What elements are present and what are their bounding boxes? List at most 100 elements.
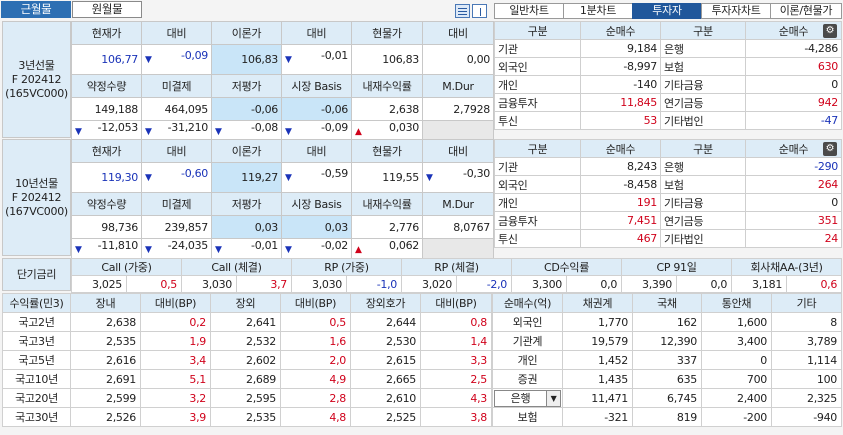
yield-change: 2,5 (420, 369, 492, 389)
col-change: 대비 (141, 21, 212, 45)
yield-change: 0,8 (420, 312, 492, 332)
yield-value: 2,610 (350, 388, 421, 408)
col-undervalue: 저평가 (211, 192, 282, 216)
investor-label: 외국인 (494, 57, 581, 76)
col-change: 대비 (422, 139, 494, 163)
net-buy-value: 6,745 (632, 388, 702, 408)
col-spot-price: 현물가 (351, 21, 423, 45)
short-rate-head: Call (가중) (71, 258, 182, 276)
investor-net-buy-table-10y: 구분 순매수 구분 순매수 기관 8,243 은행 -290 외국인 -8,458 보험 2… (494, 139, 842, 248)
yield-change: 4,3 (420, 388, 492, 408)
investor-value: 7,451 (580, 211, 661, 230)
yield-change: 4,9 (280, 369, 351, 389)
net-buy-value: 819 (632, 407, 702, 427)
bond-name: 국고3년 (2, 331, 71, 351)
net-buy-value: 1,600 (701, 312, 772, 332)
net-buy-value: 0 (701, 350, 772, 370)
investor-label: 기타법인 (660, 229, 746, 248)
layout-grid-icon[interactable] (455, 4, 470, 18)
short-rate-table: Call (가중) Call (체결) RP (가중) RP (체결) CD수익… (71, 258, 843, 293)
net-buy-value: 337 (632, 350, 702, 370)
col-net-buy: 순매수 (580, 139, 661, 158)
net-buy-value: 1,452 (562, 350, 633, 370)
short-rate-value: 3,030 (291, 275, 347, 293)
table-row: 기관계 19,579 12,390 3,400 3,789 (492, 331, 842, 351)
col-market-basis: 시장 Basis (281, 74, 352, 98)
investor-value: -4,286 (745, 39, 842, 58)
bond-name: 국고5년 (2, 350, 71, 370)
short-rate-head: CP 91일 (621, 258, 733, 276)
tab-1min-chart[interactable]: 1분차트 (563, 3, 633, 19)
investor-label: 보험 (492, 407, 563, 427)
table-row: 국고2년 2,638 0,2 2,641 0,5 2,644 0,8 (2, 312, 492, 332)
net-buy-value: 1,770 (562, 312, 633, 332)
short-rate-change: 0,5 (126, 275, 182, 293)
col-category: 구분 (660, 21, 746, 40)
net-buy-value: -200 (701, 407, 772, 427)
theory-change-value: ▼ -0,59 (281, 162, 352, 193)
yield-change: 2,8 (280, 388, 351, 408)
investor-select-value: 은행 (510, 392, 531, 405)
layout-split-icon[interactable] (472, 4, 487, 18)
tab-investor[interactable]: 투자자 (632, 3, 702, 19)
futures-name-line: (165VC000) (5, 86, 68, 100)
col-change-bp: 대비(BP) (420, 293, 492, 313)
investor-value: 9,184 (580, 39, 661, 58)
futures-name-line: F 202412 (11, 190, 62, 204)
table-row: 보험 -321 819 -200 -940 (492, 407, 842, 427)
investor-label: 금융투자 (494, 211, 581, 230)
table-row: 국고30년 2,526 3,9 2,535 4,8 2,525 3,8 (2, 407, 492, 427)
yield-value: 2,595 (210, 388, 281, 408)
triangle-down-icon: ▼ (145, 54, 152, 65)
tab-theory-spot[interactable]: 이론/현물가 (770, 3, 842, 19)
gear-icon[interactable]: ⚙ (823, 142, 837, 156)
yield-change: 3,4 (140, 350, 211, 370)
tab-far-month[interactable]: 원월물 (72, 1, 142, 18)
investor-value: 24 (745, 229, 842, 248)
tab-near-month[interactable]: 근월물 (1, 1, 71, 18)
investor-label: 기관 (494, 39, 581, 58)
tab-investor-chart[interactable]: 투자자차트 (701, 3, 771, 19)
open-interest-value: 464,095 (141, 97, 212, 121)
short-rate-head: 회사채AA-(3년) (731, 258, 843, 276)
net-buy-value: 8 (771, 312, 842, 332)
short-rate-value: 3,020 (401, 275, 457, 293)
investor-label: 투신 (494, 111, 581, 130)
short-rate-head: RP (체결) (401, 258, 512, 276)
col-otc: 장외 (210, 293, 281, 313)
net-buy-value: 2,400 (701, 388, 772, 408)
yield-value: 2,535 (70, 331, 141, 351)
undervalue-value: 0,03 (211, 215, 282, 239)
investor-value: 630 (745, 57, 842, 76)
investor-select[interactable]: 은행 ▼ (492, 388, 563, 408)
yield-change: 3,2 (140, 388, 211, 408)
implied-yield-value: 2,638 (351, 97, 423, 121)
col-exchange: 장내 (70, 293, 141, 313)
col-volume: 약정수량 (71, 74, 142, 98)
table-row: 국고10년 2,691 5,1 2,689 4,9 2,665 2,5 (2, 369, 492, 389)
col-change: 대비 (141, 139, 212, 163)
investor-label: 개인 (492, 350, 563, 370)
net-buy-value: -321 (562, 407, 633, 427)
gear-icon[interactable]: ⚙ (823, 24, 837, 38)
net-buy-value: 11,471 (562, 388, 633, 408)
investor-value: 0 (745, 75, 842, 94)
yield-change: 0,2 (140, 312, 211, 332)
short-rate-change: 0,0 (676, 275, 733, 293)
investor-label: 금융투자 (494, 93, 581, 112)
net-buy-value: 2,325 (771, 388, 842, 408)
short-rate-change: 0,0 (565, 275, 623, 293)
investor-label: 보험 (660, 57, 746, 76)
col-current-price: 현재가 (71, 21, 142, 45)
yield-value: 2,530 (350, 331, 421, 351)
investor-value: -290 (745, 157, 842, 176)
market-basis-value: -0,06 (281, 97, 352, 121)
tab-normal-chart[interactable]: 일반차트 (494, 3, 564, 19)
col-implied-yield: 내재수익률 (351, 74, 423, 98)
investor-label: 외국인 (494, 175, 581, 194)
net-buy-value: 3,400 (701, 331, 772, 351)
investor-value: -8,458 (580, 175, 661, 194)
chevron-down-icon[interactable]: ▼ (546, 390, 560, 406)
col-msb: 통안채 (701, 293, 772, 313)
yield-value: 2,602 (210, 350, 281, 370)
